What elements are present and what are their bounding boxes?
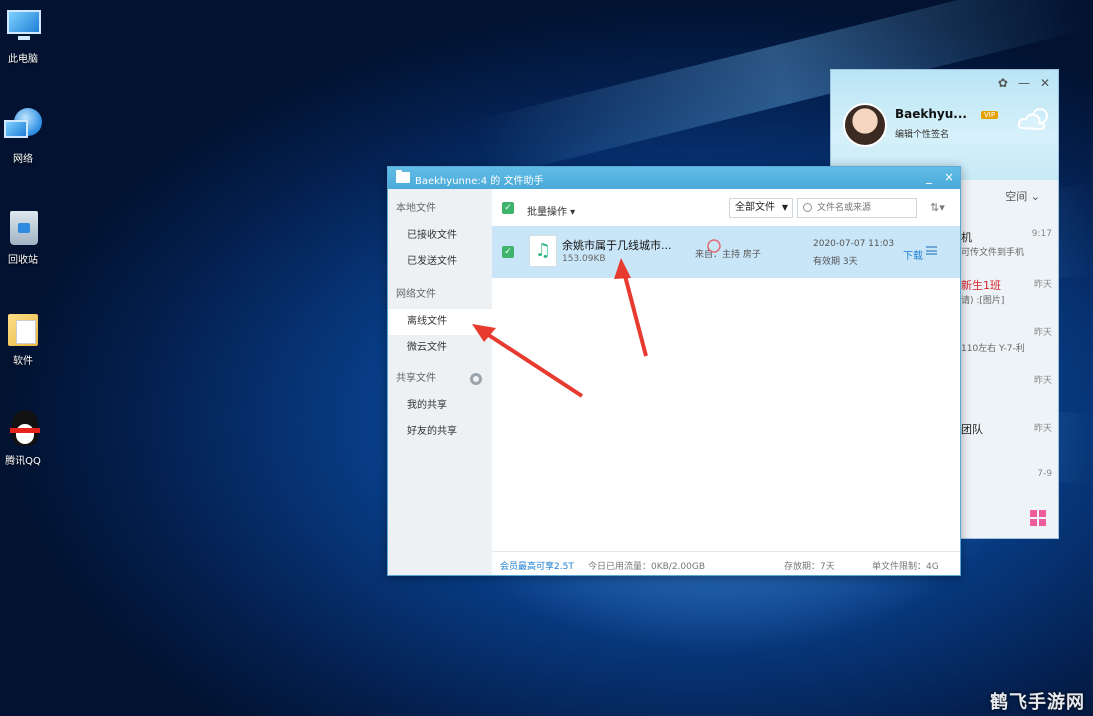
sidebar-item-offline[interactable]: 离线文件 <box>388 309 492 335</box>
item-preview: 请) :[图片] <box>961 296 1005 306</box>
sidebar-group-network: 网络文件 <box>396 289 436 300</box>
item-preview: 110左右 Y-7-利 <box>961 344 1025 354</box>
search-input[interactable] <box>817 200 915 216</box>
table-row[interactable]: ✓ ♫ 余姚市属于几线城市... 153.09KB 来自：主持 房子 2020-… <box>492 226 960 278</box>
tab-space-label: 空间 <box>1005 190 1028 203</box>
traffic-usage: 今日已用流量：0KB/2.00GB <box>588 562 706 572</box>
sidebar-group-shared-label: 共享文件 <box>396 373 436 384</box>
file-size: 153.09KB <box>562 254 606 264</box>
item-title: 新生1班 <box>961 279 1001 292</box>
row-checkbox[interactable]: ✓ <box>502 246 514 258</box>
search-icon <box>803 203 812 212</box>
vip-storage-link[interactable]: 会员最高可享2.5T <box>500 559 574 572</box>
item-title: 机 <box>961 231 972 244</box>
minimize-button[interactable]: — <box>1018 76 1030 90</box>
vip-badge[interactable]: VIP <box>981 111 999 119</box>
sidebar-item-friend-share[interactable]: 好友的共享 <box>388 419 492 445</box>
title-bar[interactable]: Baekhyunne:4 的 文件助手 _ × <box>388 167 960 189</box>
window-title: Baekhyunne:4 的 文件助手 <box>415 176 544 187</box>
close-button[interactable]: × <box>944 170 954 184</box>
list-item[interactable]: 新生1班 请) :[图片] 昨天 <box>961 273 1058 321</box>
window-controls: _ × <box>914 170 954 184</box>
chevron-down-icon: ▼ <box>781 203 788 212</box>
gear-icon[interactable] <box>470 373 482 385</box>
weather-icon[interactable] <box>1016 106 1052 132</box>
sidebar-group-local: 本地文件 <box>396 203 436 214</box>
desktop-icon-label: 软件 <box>13 356 33 367</box>
desktop-icon-label: 腾讯QQ <box>5 456 41 467</box>
desktop-icon-qq[interactable]: 腾讯QQ <box>0 410 46 467</box>
sidebar-item-my-share[interactable]: 我的共享 <box>388 393 492 419</box>
qq-window-controls: ✿ — ✕ <box>988 76 1050 90</box>
list-item[interactable]: 7-9 <box>961 465 1058 513</box>
status-bar: 会员最高可享2.5T 今日已用流量：0KB/2.00GB 存放期：7天 单文件限… <box>492 551 960 575</box>
desktop-icon-label: 此电脑 <box>8 54 38 65</box>
skin-icon[interactable]: ✿ <box>998 76 1008 90</box>
search-box[interactable] <box>797 198 917 218</box>
qq-nickname[interactable]: Baekhyu... <box>895 107 967 121</box>
item-preview: 可传文件到手机 <box>961 248 1025 258</box>
item-time: 昨天 <box>1033 424 1052 434</box>
select-all-checkbox[interactable]: ✓ <box>502 202 514 214</box>
sidebar-item-sent[interactable]: 已发送文件 <box>388 249 492 275</box>
file-date: 2020-07-07 11:03 <box>813 239 895 249</box>
file-name[interactable]: 余姚市属于几线城市... <box>562 237 672 253</box>
file-expiry: 有效期 3天 <box>813 257 858 267</box>
item-time: 7-9 <box>1037 469 1052 479</box>
sidebar-item-weiyun[interactable]: 微云文件 <box>388 335 492 361</box>
file-assistant-window: Baekhyunne:4 的 文件助手 _ × 本地文件 已接收文件 已发送文件 … <box>387 166 961 576</box>
item-time: 昨天 <box>1033 328 1052 338</box>
sidebar-item-received[interactable]: 已接收文件 <box>388 223 492 249</box>
recycle-bin-icon <box>4 209 42 247</box>
music-file-icon: ♫ <box>529 235 557 267</box>
item-title: 团队 <box>961 423 983 436</box>
watermark: 鹤飞手游网 <box>990 692 1085 713</box>
desktop-icon-label: 回收站 <box>8 255 38 266</box>
qq-profile-header: ✿ — ✕ Baekhyu... VIP 编辑个性签名 <box>831 70 1058 180</box>
sidebar: 本地文件 已接收文件 已发送文件 网络文件 离线文件 微云文件 共享文件 我的共… <box>388 189 492 575</box>
toolbar: ✓ 批量操作 ▾ 全部文件 ▼ ⇅▾ <box>492 189 960 225</box>
avatar[interactable] <box>843 103 887 147</box>
tab-space[interactable]: 空间 ⌄ <box>1005 188 1040 204</box>
list-item[interactable]: 机 可传文件到手机 9:17 <box>961 225 1058 273</box>
desktop-icon-recycle-bin[interactable]: 回收站 <box>0 209 46 266</box>
sidebar-group-shared: 共享文件 <box>388 365 492 393</box>
more-menu-icon[interactable] <box>926 246 937 255</box>
desktop-icon-network[interactable]: 网络 <box>0 108 46 165</box>
desktop-icon-label: 网络 <box>13 154 33 165</box>
close-button[interactable]: ✕ <box>1040 76 1050 90</box>
qq-conversation-list: 机 可传文件到手机 9:17 新生1班 请) :[图片] 昨天 110左右 Y-… <box>961 225 1058 513</box>
item-time: 昨天 <box>1033 280 1052 290</box>
list-item[interactable]: 团队 昨天 <box>961 417 1058 465</box>
desktop-icon-software[interactable]: 软件 <box>0 310 46 367</box>
retention-period: 存放期：7天 <box>784 562 835 572</box>
list-item[interactable]: 昨天 <box>961 369 1058 417</box>
list-item[interactable]: 110左右 Y-7-利 昨天 <box>961 321 1058 369</box>
file-type-select[interactable]: 全部文件 ▼ <box>729 198 793 218</box>
minimize-button[interactable]: _ <box>926 170 932 184</box>
batch-operation-button[interactable]: 批量操作 ▾ <box>527 203 575 218</box>
item-time: 9:17 <box>1031 229 1052 239</box>
folder-icon <box>4 310 42 348</box>
sort-icon[interactable]: ⇅▾ <box>930 201 945 214</box>
main-area: ✓ 批量操作 ▾ 全部文件 ▼ ⇅▾ ✓ ♫ 余姚市属于几线城市... 153.… <box>492 189 960 575</box>
desktop-icon-this-pc[interactable]: 此电脑 <box>0 8 46 65</box>
file-size-limit: 单文件限制：4G <box>872 562 939 572</box>
app-manager-icon[interactable] <box>1030 510 1046 526</box>
file-source: 来自：主持 房子 <box>695 250 761 260</box>
signature[interactable]: 编辑个性签名 <box>895 127 949 140</box>
item-time: 昨天 <box>1033 376 1052 386</box>
folder-icon <box>396 170 410 183</box>
file-type-select-value: 全部文件 <box>735 202 775 213</box>
qq-penguin-icon <box>4 410 42 448</box>
computer-icon <box>4 8 42 46</box>
network-icon <box>4 108 42 146</box>
download-button[interactable]: 下载 <box>903 247 923 262</box>
